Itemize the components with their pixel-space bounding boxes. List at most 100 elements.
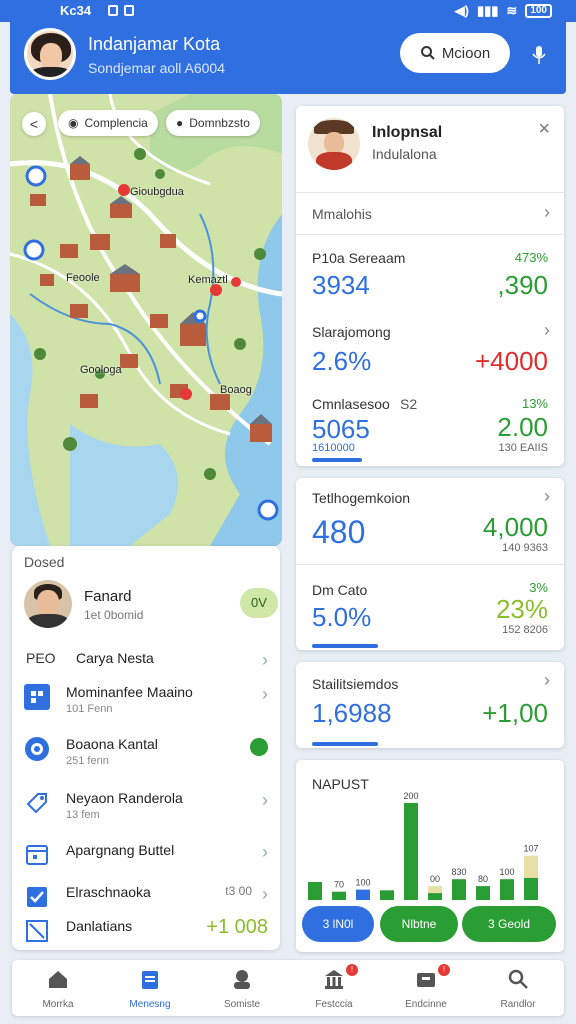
row-label: Apargnang Buttel [66, 842, 175, 858]
nav-item-search[interactable]: Somiste [196, 964, 288, 1014]
metric-change: 3% [529, 580, 548, 595]
profile-title: Inlopnsal [372, 124, 443, 141]
row-prefix: PEO [26, 650, 56, 666]
avatar[interactable] [24, 28, 76, 80]
user-icon: ● [176, 116, 184, 130]
stat-right-value: ,390 [497, 270, 548, 300]
notification-badge: ! [346, 964, 358, 976]
clipboard-icon [142, 971, 158, 989]
row-sub: 251 fenn [66, 755, 109, 767]
metric-right-value: 4,000 [482, 512, 548, 542]
chart-bar [500, 879, 514, 900]
stat-label-suffix: S2 [400, 396, 418, 412]
divider [296, 192, 564, 193]
nav-label: Randlor [500, 999, 536, 1010]
building-icon [24, 684, 50, 710]
list-item[interactable]: Mominanfee Maaino 101 Fenn › [24, 678, 268, 722]
metric-value: 480 [312, 514, 366, 550]
status-badge[interactable]: 0V [240, 588, 278, 618]
close-icon[interactable]: × [538, 118, 550, 141]
person-row[interactable]: Fanard 1et 0bomid 0V [24, 580, 278, 636]
map-label: Gioubgdua [130, 186, 184, 198]
nav-item-home[interactable]: Morrka [12, 964, 104, 1014]
row-value: +1 008 [206, 916, 268, 938]
nav-item-places[interactable]: ! Festccia [288, 964, 380, 1014]
search-label: Mcioon [441, 44, 491, 62]
chart-data-label: 100 [355, 878, 370, 888]
nav-label: Menesng [129, 999, 171, 1010]
chart-bar [452, 879, 466, 900]
notification-badge: ! [438, 964, 450, 976]
signal-icon: ▮▮▮ [476, 3, 499, 18]
chart-filter-button[interactable]: 3 lN0l [302, 906, 374, 942]
map-view[interactable]: < ◉ Complencia ● Domnbzsto Gioubgdua Feo… [10, 94, 282, 546]
chart-bar [476, 886, 490, 900]
stat-label: Cmnlasesoo [312, 396, 390, 412]
page-title: Indanjamar Kota [88, 34, 221, 54]
location-pin-icon [25, 737, 49, 761]
chart-bar [428, 893, 442, 900]
chevron-right-icon: › [262, 884, 268, 904]
chart-filter-button[interactable]: 3 Geold [462, 906, 556, 942]
chart-bar [380, 890, 394, 900]
status-dot-icon [250, 738, 268, 756]
chart-icon [26, 920, 48, 942]
row-sub: 13 fem [66, 809, 100, 821]
card-header: Stailitsiemdos [312, 676, 399, 692]
calendar-icon [26, 845, 48, 865]
search-button[interactable]: Mcioon [400, 33, 510, 73]
panel-header: Dosed [24, 554, 65, 570]
summary-value: 1,6988 [312, 698, 392, 728]
checkbox-icon[interactable] [24, 884, 50, 910]
metrics-card: Tetlhogemkoion › 480 4,000 140 9363 Dm C… [296, 478, 564, 650]
chevron-right-icon: › [262, 650, 268, 670]
chevron-right-icon: › [262, 842, 268, 862]
list-item[interactable]: Boaona Kantal 251 fenn [24, 730, 268, 774]
map-back-button[interactable]: < [22, 112, 46, 136]
selection-underline [312, 742, 378, 746]
chart-filter-button[interactable]: Nlbtne [380, 906, 458, 942]
bar-chart: 70 100 200 00 830 80 100 107 [308, 791, 539, 900]
map-canvas [10, 94, 282, 546]
search-icon [420, 46, 435, 60]
selection-underline [312, 644, 378, 648]
list-item[interactable]: Danlatians +1 008 [24, 912, 268, 956]
row-label: Mominanfee Maaino [66, 684, 193, 700]
chart-data-label: 830 [451, 867, 466, 877]
notification-icon [124, 5, 134, 16]
nav-label: Somiste [223, 999, 261, 1010]
chevron-right-icon[interactable]: › [544, 486, 550, 507]
chevron-right-icon[interactable]: › [544, 202, 550, 223]
metric-value: 5.0% [312, 602, 372, 632]
chevron-right-icon[interactable]: › [544, 320, 550, 341]
person-subtitle: 1et 0bomid [84, 608, 144, 622]
stat-right-value: +4000 [474, 346, 548, 376]
app-header: Indanjamar Kota Sondjemar aoll A6004 Mci… [10, 22, 566, 94]
row-sub: 101 Fenn [66, 703, 113, 715]
map-label: Boaog [220, 384, 252, 396]
stat-change: 473% [514, 250, 548, 265]
microphone-icon[interactable] [532, 46, 546, 64]
list-item[interactable]: Neyaon Randerola 13 fem › [24, 784, 268, 828]
divider [296, 234, 564, 235]
chevron-right-icon[interactable]: › [544, 670, 550, 691]
nav-item-messages[interactable]: Menesng [104, 964, 196, 1014]
list-item[interactable]: Apargnang Buttel › [24, 836, 268, 880]
status-time: Kc34 [60, 3, 92, 18]
map-filter-chip[interactable]: ◉ Complencia [58, 110, 158, 136]
chart-bar [356, 889, 370, 900]
nav-item-settings[interactable]: ! Endcinne [380, 964, 472, 1014]
bottom-navigation: Morrka Menesng Somiste ! Festccia ! Endc… [12, 960, 564, 1016]
profile-subtitle: Indulalona [372, 146, 437, 162]
chart-data-label: 70 [334, 880, 344, 890]
chevron-right-icon: › [262, 684, 268, 704]
search-icon [508, 969, 528, 989]
stat-change: 13% [521, 396, 548, 411]
card-header: Tetlhogemkoion [312, 490, 411, 506]
toolbox-icon [417, 973, 435, 987]
map-filter-chip[interactable]: ● Domnbzsto [166, 110, 260, 136]
summary-right-value: +1,00 [482, 698, 548, 728]
map-label: Kemaztl [188, 274, 228, 286]
stat-label: Slarajomong [312, 324, 391, 340]
nav-item-explore[interactable]: Randlor [472, 964, 564, 1014]
